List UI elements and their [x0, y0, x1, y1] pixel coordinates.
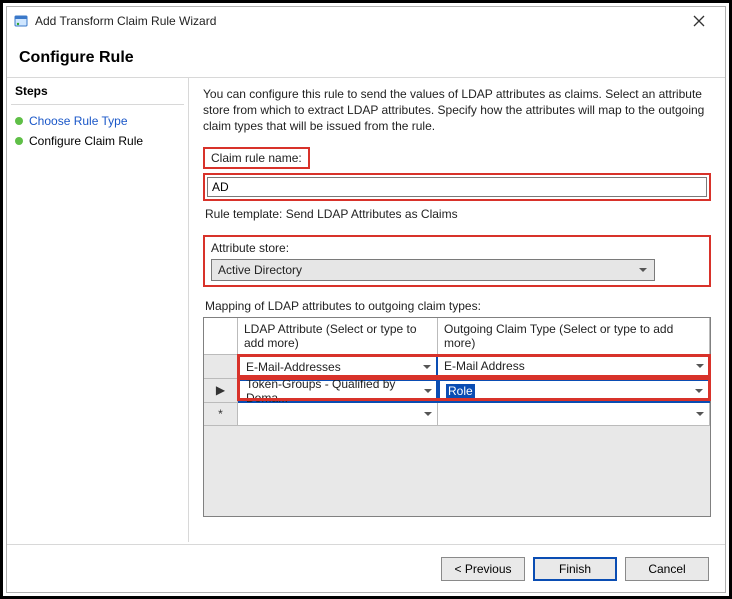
steps-title: Steps [11, 82, 184, 105]
window-title: Add Transform Claim Rule Wizard [35, 14, 216, 28]
page-title: Configure Rule [7, 35, 725, 78]
rule-template-text: Rule template: Send LDAP Attributes as C… [205, 207, 711, 221]
step-label: Choose Rule Type [29, 114, 128, 128]
ldap-attribute-cell[interactable]: E-Mail-Addresses [238, 355, 438, 379]
chevron-down-icon [421, 407, 435, 421]
step-bullet-icon [15, 117, 23, 125]
outgoing-claim-cell[interactable]: Role [438, 379, 710, 403]
finish-button[interactable]: Finish [533, 557, 617, 581]
attribute-store-label: Attribute store: [211, 241, 703, 255]
outgoing-claim-cell[interactable] [438, 403, 710, 426]
chevron-down-icon [420, 360, 434, 374]
chevron-down-icon [421, 384, 434, 398]
button-bar: < Previous Finish Cancel [7, 544, 725, 592]
chevron-down-icon [636, 263, 650, 277]
claim-rule-name-label: Claim rule name: [203, 147, 310, 169]
chevron-down-icon [693, 359, 707, 373]
step-label: Configure Claim Rule [29, 134, 143, 148]
row-marker: * [204, 403, 238, 426]
ldap-attribute-cell[interactable] [238, 403, 438, 426]
grid-header-ldap: LDAP Attribute (Select or type to add mo… [238, 318, 438, 355]
description-text: You can configure this rule to send the … [203, 86, 711, 135]
step-configure-claim-rule[interactable]: Configure Claim Rule [11, 131, 184, 151]
previous-button[interactable]: < Previous [441, 557, 525, 581]
row-marker [204, 355, 238, 379]
close-icon [693, 15, 705, 27]
chevron-down-icon [692, 384, 706, 398]
close-button[interactable] [679, 7, 719, 35]
chevron-down-icon [693, 407, 707, 421]
row-marker: ▶ [204, 379, 238, 403]
steps-panel: Steps Choose Rule Type Configure Claim R… [7, 78, 189, 542]
ldap-attribute-cell[interactable]: Token-Groups - Qualified by Doma... [238, 379, 438, 403]
outgoing-claim-cell[interactable]: E-Mail Address [438, 355, 710, 379]
step-choose-rule-type[interactable]: Choose Rule Type [11, 111, 184, 131]
grid-corner [204, 318, 238, 355]
grid-footer [204, 426, 710, 516]
claim-rule-name-input[interactable] [207, 177, 707, 197]
grid-header-claim: Outgoing Claim Type (Select or type to a… [438, 318, 710, 355]
mapping-grid: LDAP Attribute (Select or type to add mo… [203, 317, 711, 517]
attribute-store-select[interactable]: Active Directory [211, 259, 655, 281]
cancel-button[interactable]: Cancel [625, 557, 709, 581]
title-bar: Add Transform Claim Rule Wizard [7, 7, 725, 35]
step-bullet-icon [15, 137, 23, 145]
mapping-label: Mapping of LDAP attributes to outgoing c… [205, 299, 711, 313]
attribute-store-value: Active Directory [218, 263, 302, 277]
wizard-icon [13, 13, 29, 29]
